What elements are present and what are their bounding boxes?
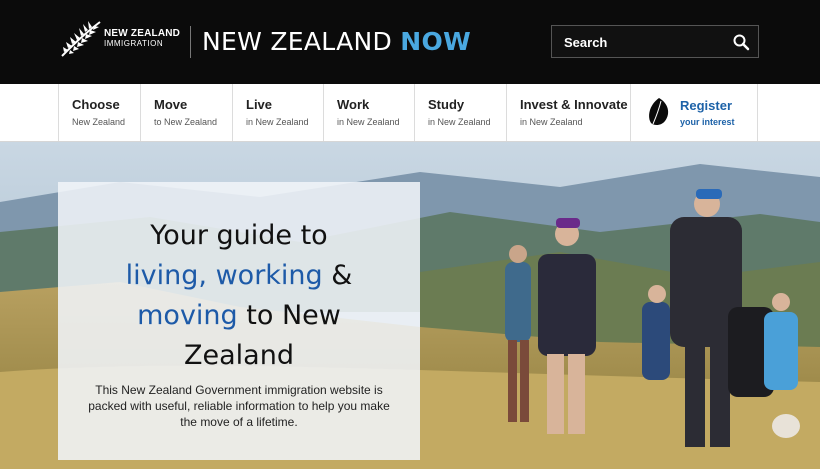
headline-line-2: living, working & xyxy=(58,256,420,296)
headline-moving-link[interactable]: moving xyxy=(137,300,238,331)
hero-banner: Your guide to living, working & moving t… xyxy=(0,142,820,469)
headline-living-link[interactable]: living, xyxy=(126,260,207,291)
nav-item-live[interactable]: Live in New Zealand xyxy=(232,84,323,141)
headline-ampersand: & xyxy=(322,260,353,291)
headline-line-1: Your guide to xyxy=(150,220,328,251)
site-header: NEW ZEALAND IMMIGRATION NEW ZEALAND NOW xyxy=(0,0,820,84)
nav-item-invest[interactable]: Invest & Innovate in New Zealand xyxy=(506,84,630,141)
hero-headline: Your guide to living, working & moving t… xyxy=(58,216,420,376)
nav-title: Live xyxy=(246,97,273,112)
main-nav: Choose New Zealand Move to New Zealand L… xyxy=(0,84,820,142)
hero-text-panel: Your guide to living, working & moving t… xyxy=(58,182,420,460)
hero-description: This New Zealand Government immigration … xyxy=(88,383,390,429)
nav-title: Work xyxy=(337,97,370,112)
register-interest-button[interactable]: Register your interest xyxy=(630,84,758,141)
headline-line-4: Zealand xyxy=(184,340,294,371)
search-box xyxy=(551,25,759,58)
nav-subtitle: in New Zealand xyxy=(337,117,400,127)
nav-item-move[interactable]: Move to New Zealand xyxy=(140,84,232,141)
header-divider xyxy=(190,26,191,58)
immigration-logo[interactable]: NEW ZEALAND IMMIGRATION xyxy=(58,18,188,60)
nav-subtitle: in New Zealand xyxy=(246,117,309,127)
brand-accent: NOW xyxy=(400,27,471,56)
nav-item-work[interactable]: Work in New Zealand xyxy=(323,84,414,141)
nav-item-study[interactable]: Study in New Zealand xyxy=(414,84,506,141)
fern-icon xyxy=(649,98,669,126)
search-input[interactable] xyxy=(564,34,724,50)
nav-subtitle: in New Zealand xyxy=(520,117,583,127)
silver-fern-icon xyxy=(61,21,101,57)
nav-subtitle: New Zealand xyxy=(72,117,126,127)
nav-subtitle: in New Zealand xyxy=(428,117,491,127)
nav-title: Move xyxy=(154,97,188,112)
nav-title: Choose xyxy=(72,97,120,112)
search-icon[interactable] xyxy=(732,33,750,51)
logo-line1: NEW ZEALAND xyxy=(104,28,181,39)
nav-title: Invest & Innovate xyxy=(520,97,628,112)
brand-main: NEW ZEALAND xyxy=(202,27,393,56)
nav-title: Study xyxy=(428,97,465,112)
register-subtitle: your interest xyxy=(680,117,735,127)
logo-line2: IMMIGRATION xyxy=(104,39,164,48)
site-brand[interactable]: NEW ZEALAND NOW xyxy=(202,27,471,56)
headline-working-link[interactable]: working xyxy=(216,260,323,291)
logo-text: NEW ZEALAND IMMIGRATION xyxy=(104,29,180,49)
register-title: Register xyxy=(680,98,733,113)
nav-subtitle: to New Zealand xyxy=(154,117,218,127)
headline-line-3: moving to New xyxy=(58,296,420,336)
nav-item-choose[interactable]: Choose New Zealand xyxy=(58,84,140,141)
headline-to-new: to New xyxy=(237,300,341,331)
